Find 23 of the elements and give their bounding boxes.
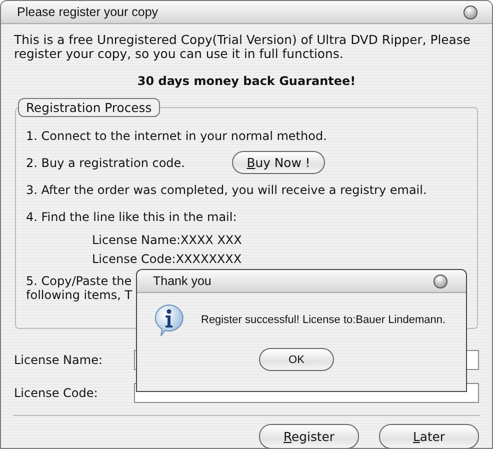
step-text: 3. After the order was completed, you will receive a registry email. bbox=[26, 182, 427, 196]
buy-now-button[interactable]: Buy Now ! bbox=[232, 151, 325, 174]
group-title: Registration Process bbox=[18, 98, 160, 117]
intro-text: This is a free Unregistered Copy(Trial Version) of Ultra DVD Ripper, Please register your copy, so you can use it in full functions. bbox=[14, 33, 472, 61]
ok-button[interactable]: OK bbox=[259, 348, 334, 371]
guarantee-text: 30 days money back Guarantee! bbox=[136, 74, 357, 88]
dialog-message: Register successful! License to:Bauer Lindemann. bbox=[201, 314, 446, 326]
field-label: License Name: bbox=[14, 352, 104, 366]
step-text: 1. Connect to the internet in your normal method. bbox=[26, 128, 327, 142]
step-text: 2. Buy a registration code. bbox=[26, 156, 185, 170]
window-title: Please register your copy bbox=[17, 5, 158, 19]
field-label: License Code: bbox=[14, 386, 99, 400]
register-button[interactable]: Register bbox=[259, 424, 359, 448]
step-text: 4. Find the line like this in the mail: bbox=[26, 210, 237, 224]
close-button[interactable] bbox=[463, 4, 478, 20]
step-text: 5. Copy/Paste the bbox=[26, 274, 132, 288]
step-text: following items, T bbox=[26, 288, 132, 302]
sample-line: License Name:XXXX XXX bbox=[92, 232, 242, 246]
sample-line: License Code:XXXXXXXX bbox=[92, 252, 242, 266]
dialog-title: Thank you bbox=[153, 274, 212, 288]
info-icon bbox=[153, 303, 185, 337]
close-button[interactable] bbox=[433, 274, 448, 288]
later-button[interactable]: Later bbox=[379, 424, 479, 448]
